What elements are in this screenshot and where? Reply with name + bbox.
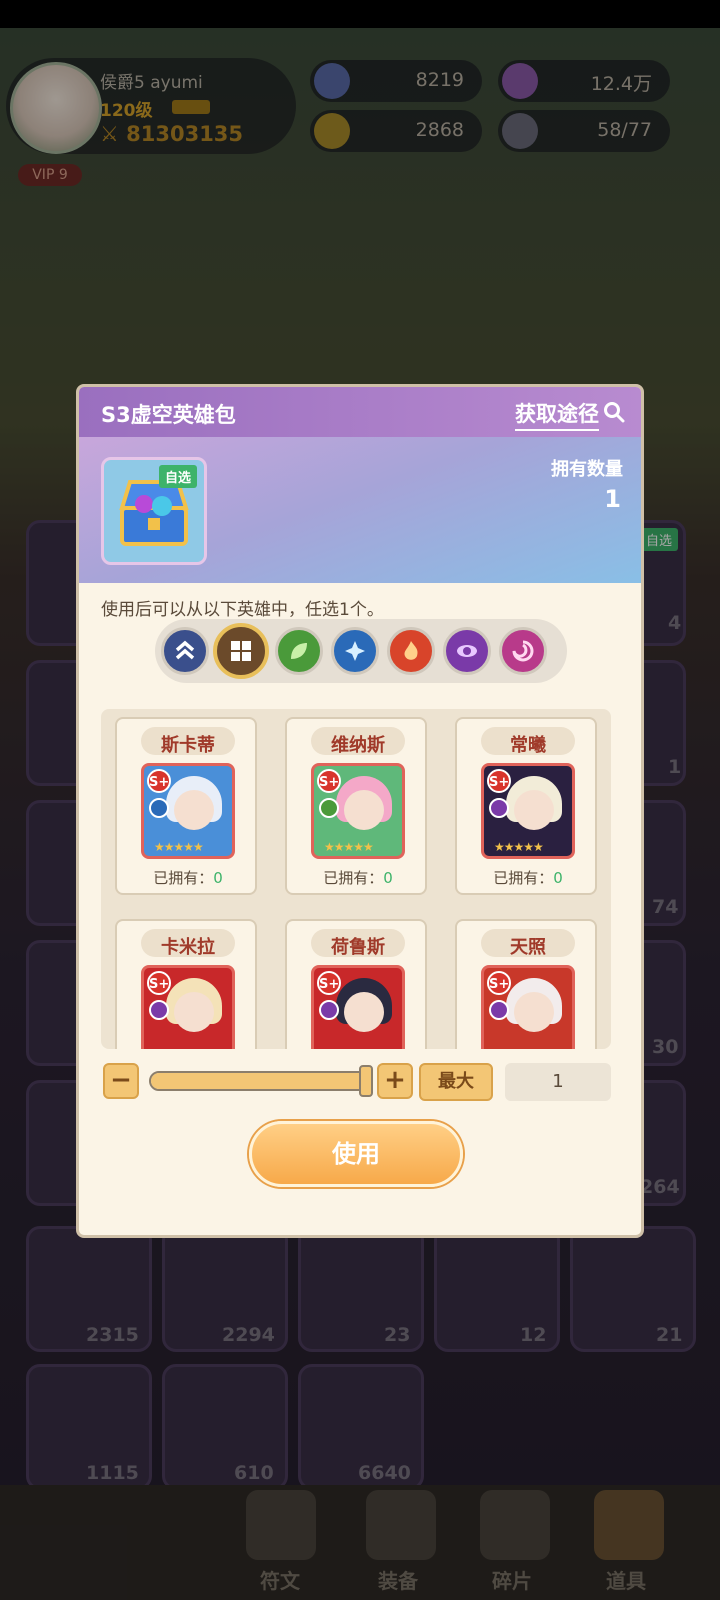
max-button[interactable]: 最大 [419,1063,493,1101]
rarity-badge: S+ [487,769,511,793]
rarity-badge: S+ [487,971,511,995]
status-bar [0,0,720,28]
rank-up-icon[interactable] [161,627,209,675]
nature-element-icon [319,798,339,818]
source-link[interactable]: 获取途径 [515,398,599,431]
hero-card-venus[interactable]: 维纳斯 S+ ★★★★★ 已拥有：0 [285,717,427,895]
hero-portrait: S+ [481,965,575,1049]
increase-button[interactable]: + [377,1063,413,1099]
rarity-badge: S+ [147,971,171,995]
quantity-field[interactable]: 1 [505,1063,611,1101]
hero-face [344,992,384,1032]
hero-name: 天照 [510,937,546,958]
owned-value: 0 [383,869,393,887]
rarity-badge: S+ [317,971,341,995]
star-rating: ★★★★★ [154,840,204,854]
hero-name: 卡米拉 [161,937,215,958]
hero-card-camilla[interactable]: 卡米拉 S+ [115,919,257,1049]
decrease-button[interactable]: − [103,1063,139,1099]
own-count-label: 拥有数量 [551,459,623,480]
owned-count: 已拥有：0 [457,867,599,888]
ice-element-icon [149,798,169,818]
hero-name: 荷鲁斯 [331,937,385,958]
hero-portrait: S+ [311,965,405,1049]
quantity-slider[interactable] [149,1071,373,1091]
rarity-badge: S+ [147,769,171,793]
rarity-badge: S+ [317,769,341,793]
hero-grid: 斯卡蒂 S+ ★★★★★ 已拥有：0 维纳斯 S+ ★★★★★ 已拥有：0 常曦… [101,709,611,1049]
all-grid-icon[interactable] [213,623,269,679]
hero-face [514,992,554,1032]
hero-portrait: S+ [141,965,235,1049]
chaos-element-icon[interactable] [499,627,547,675]
use-button[interactable]: 使用 [249,1121,463,1187]
void-element-icon [319,1000,339,1020]
hero-card-amaterasu[interactable]: 天照 S+ [455,919,597,1049]
hero-face [514,790,554,830]
hero-name: 维纳斯 [331,735,385,756]
hero-name: 常曦 [510,735,546,756]
hero-face [344,790,384,830]
nature-element-icon[interactable] [275,627,323,675]
slider-thumb[interactable] [359,1065,373,1097]
owned-label: 已拥有： [153,869,214,887]
hero-card-horus[interactable]: 荷鲁斯 S+ [285,919,427,1049]
void-element-icon [489,1000,509,1020]
search-icon[interactable] [603,401,625,423]
owned-value: 0 [213,869,223,887]
owned-label: 已拥有： [323,869,384,887]
owned-count: 已拥有：0 [287,867,429,888]
hero-name: 斯卡蒂 [161,735,215,756]
hero-card-changxi[interactable]: 常曦 S+ ★★★★★ 已拥有：0 [455,717,597,895]
void-element-icon[interactable] [443,627,491,675]
owned-count: 已拥有：0 [117,867,259,888]
hero-face [174,992,214,1032]
pack-description: 使用后可以从以下英雄中，任选1个。 [101,600,384,620]
hero-face [174,790,214,830]
hero-pack-dialog: S3虚空英雄包 获取途径 自选 拥有数量 1 使用后可以从以下英雄中，任选1个。 [76,384,644,1238]
optional-pick-tag: 自选 [159,465,198,488]
void-element-icon [489,798,509,818]
hero-card-skadi[interactable]: 斯卡蒂 S+ ★★★★★ 已拥有：0 [115,717,257,895]
hero-portrait: S+ ★★★★★ [311,763,405,859]
void-element-icon [149,1000,169,1020]
dialog-title: S3虚空英雄包 [101,403,236,427]
star-rating: ★★★★★ [324,840,374,854]
star-rating: ★★★★★ [494,840,544,854]
own-count-value: 1 [604,485,621,513]
ice-element-icon[interactable] [331,627,379,675]
owned-label: 已拥有： [493,869,554,887]
hero-portrait: S+ ★★★★★ [141,763,235,859]
hero-portrait: S+ ★★★★★ [481,763,575,859]
fire-element-icon[interactable] [387,627,435,675]
owned-value: 0 [553,869,563,887]
slider-fill [151,1073,371,1089]
